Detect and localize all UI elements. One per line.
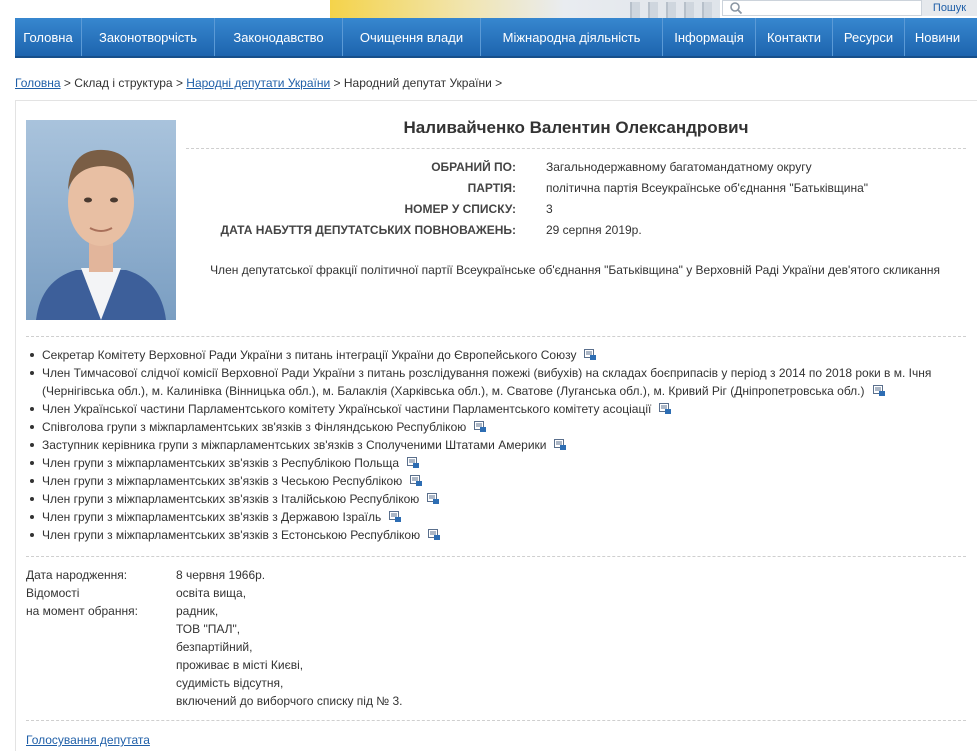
bio-line: радник, bbox=[176, 604, 219, 618]
voting-link[interactable]: Голосування депутата bbox=[26, 733, 150, 747]
info-value: 29 серпня 2019р. bbox=[546, 223, 642, 237]
document-icon[interactable] bbox=[554, 439, 567, 450]
birth-date-label: Дата народження: bbox=[26, 568, 128, 582]
parliament-banner-image bbox=[330, 0, 720, 18]
document-icon[interactable] bbox=[428, 529, 441, 540]
deputy-photo bbox=[26, 120, 176, 320]
info-label: ПАРТІЯ: bbox=[467, 181, 516, 195]
info-row-list-number: НОМЕР У СПИСКУ: 3 bbox=[186, 202, 966, 220]
birth-date-value: 8 червня 1966р. bbox=[176, 568, 266, 582]
post-text: Секретар Комітету Верховної Ради України… bbox=[42, 348, 577, 362]
document-icon[interactable] bbox=[659, 403, 672, 414]
posts-list: Секретар Комітету Верховної Ради України… bbox=[26, 346, 966, 544]
breadcrumb-current: Народний депутат України bbox=[343, 76, 492, 90]
divider bbox=[26, 556, 966, 557]
info-label: ОБРАНИЙ ПО: bbox=[431, 160, 516, 174]
info-row-party: ПАРТІЯ: політична партія Всеукраїнське о… bbox=[186, 181, 966, 199]
info-label: на момент обрання: bbox=[26, 604, 138, 618]
bio-line: проживає в місті Києві, bbox=[176, 658, 304, 672]
bio-line: включений до виборчого списку під № 3. bbox=[176, 694, 403, 708]
deputy-name: Наливайченко Валентин Олександрович bbox=[403, 118, 749, 137]
breadcrumb-structure: Склад і структура bbox=[74, 76, 173, 90]
list-item: Член Тимчасової слідчої комісії Верховно… bbox=[26, 364, 966, 400]
document-icon[interactable] bbox=[410, 475, 423, 486]
breadcrumb-separator: > bbox=[330, 76, 344, 90]
info-value: Загальнодержавному багатомандатному окру… bbox=[546, 160, 812, 174]
bio-line: безпартійний, bbox=[176, 640, 253, 654]
nav-resources[interactable]: Ресурси bbox=[833, 18, 905, 56]
info-label: ДАТА НАБУТТЯ ДЕПУТАТСЬКИХ ПОВНОВАЖЕНЬ: bbox=[220, 223, 516, 237]
document-icon[interactable] bbox=[584, 349, 597, 360]
document-icon[interactable] bbox=[872, 385, 885, 396]
document-icon[interactable] bbox=[389, 511, 402, 522]
nav-international[interactable]: Міжнародна діяльність bbox=[481, 18, 663, 56]
list-item: Член групи з міжпарламентських зв'язків … bbox=[26, 472, 966, 490]
post-text: Член групи з міжпарламентських зв'язків … bbox=[42, 528, 421, 542]
divider bbox=[26, 720, 966, 721]
list-item: Член групи з міжпарламентських зв'язків … bbox=[26, 526, 966, 544]
nav-home[interactable]: Головна bbox=[15, 18, 82, 56]
info-value: 3 bbox=[546, 202, 553, 216]
nav-news[interactable]: Новини bbox=[905, 18, 970, 56]
search-icon[interactable] bbox=[729, 1, 743, 15]
bio-line: ТОВ "ПАЛ", bbox=[176, 622, 241, 636]
info-label: Відомості bbox=[26, 586, 80, 600]
nav-legislation[interactable]: Законодавство bbox=[215, 18, 343, 56]
breadcrumb: Головна > Склад і структура > Народні де… bbox=[15, 76, 502, 90]
faction-membership: Член депутатської фракції політичної пар… bbox=[210, 263, 940, 277]
post-text: Член Тимчасової слідчої комісії Верховно… bbox=[42, 366, 932, 398]
document-icon[interactable] bbox=[407, 457, 420, 468]
nav-contacts[interactable]: Контакти bbox=[756, 18, 833, 56]
document-icon[interactable] bbox=[427, 493, 440, 504]
info-label: НОМЕР У СПИСКУ: bbox=[404, 202, 516, 216]
info-value: політична партія Всеукраїнське об'єднанн… bbox=[546, 181, 869, 195]
divider bbox=[26, 336, 966, 337]
breadcrumb-separator: > bbox=[491, 76, 503, 90]
info-row-mandate-date: ДАТА НАБУТТЯ ДЕПУТАТСЬКИХ ПОВНОВАЖЕНЬ: 2… bbox=[186, 223, 966, 241]
search-input[interactable] bbox=[722, 0, 922, 16]
post-text: Член групи з міжпарламентських зв'язків … bbox=[42, 474, 403, 488]
info-row-elected: ОБРАНИЙ ПО: Загальнодержавному багатоман… bbox=[186, 160, 966, 178]
nav-lawmaking[interactable]: Законотворчість bbox=[82, 18, 215, 56]
list-item: Співголова групи з міжпарламентських зв'… bbox=[26, 418, 966, 436]
list-item: Член групи з міжпарламентських зв'язків … bbox=[26, 454, 966, 472]
list-item: Заступник керівника групи з міжпарламент… bbox=[26, 436, 966, 454]
post-text: Член групи з міжпарламентських зв'язків … bbox=[42, 456, 400, 470]
main-nav: Головна Законотворчість Законодавство Оч… bbox=[15, 18, 977, 58]
list-item: Секретар Комітету Верховної Ради України… bbox=[26, 346, 966, 364]
list-item: Член групи з міжпарламентських зв'язків … bbox=[26, 490, 966, 508]
document-icon[interactable] bbox=[474, 421, 487, 432]
breadcrumb-separator: > bbox=[60, 76, 75, 90]
post-text: Член групи з міжпарламентських зв'язків … bbox=[42, 492, 420, 506]
search-button[interactable]: Пошук bbox=[922, 0, 977, 16]
post-text: Заступник керівника групи з міжпарламент… bbox=[42, 438, 547, 452]
divider bbox=[186, 148, 966, 149]
post-text: Співголова групи з міжпарламентських зв'… bbox=[42, 420, 467, 434]
list-item: Член групи з міжпарламентських зв'язків … bbox=[26, 508, 966, 526]
breadcrumb-deputies[interactable]: Народні депутати України bbox=[186, 76, 330, 90]
nav-information[interactable]: Інформація bbox=[663, 18, 756, 56]
breadcrumb-separator: > bbox=[172, 76, 187, 90]
bio-line: судимість відсутня, bbox=[176, 676, 284, 690]
bio-line: освіта вища, bbox=[176, 586, 247, 600]
post-text: Член групи з міжпарламентських зв'язків … bbox=[42, 510, 382, 524]
nav-lustration[interactable]: Очищення влади bbox=[343, 18, 481, 56]
list-item: Член Української частини Парламентського… bbox=[26, 400, 966, 418]
breadcrumb-home[interactable]: Головна bbox=[15, 76, 61, 90]
post-text: Член Української частини Парламентського… bbox=[42, 402, 652, 416]
